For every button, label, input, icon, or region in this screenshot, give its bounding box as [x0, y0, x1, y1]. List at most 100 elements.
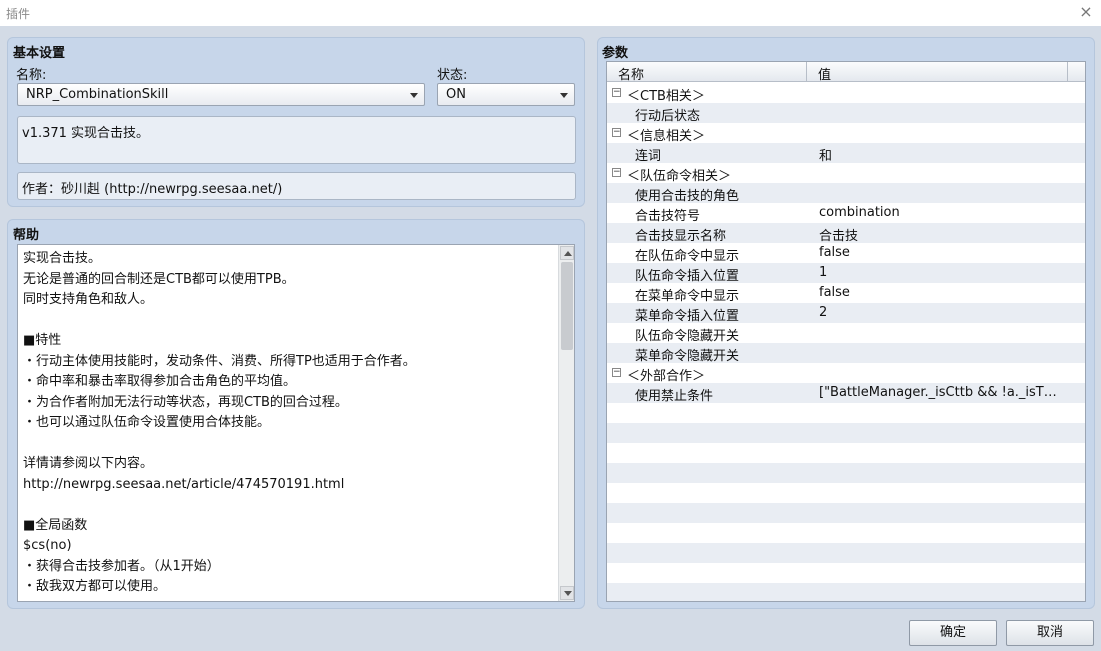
help-line [23, 495, 553, 516]
param-row[interactable]: 使用合击技的角色 [607, 183, 1085, 204]
grid-header: 名称 值 [607, 62, 1085, 83]
ok-button[interactable]: 确定 [909, 620, 997, 646]
scroll-down-button[interactable] [560, 586, 574, 600]
column-header-value[interactable]: 值 [818, 64, 831, 83]
help-line [23, 311, 553, 332]
arrow-down-icon [564, 591, 572, 596]
empty-row [607, 563, 1085, 583]
param-row[interactable]: 使用禁止条件 ["BattleManager._isCttb && !a._isT… [607, 383, 1085, 404]
empty-row [607, 523, 1085, 543]
param-group-row[interactable]: − ＜队伍命令相关＞ [607, 163, 1085, 184]
help-line: ・为合作者附加无法行动等状态，再现CTB的回合过程。 [23, 394, 348, 410]
empty-row [607, 443, 1085, 463]
arrow-up-icon [564, 251, 572, 256]
collapse-icon[interactable]: − [612, 128, 621, 137]
column-divider[interactable] [806, 62, 807, 82]
help-title: 帮助 [13, 228, 40, 243]
param-value: false [819, 245, 850, 260]
param-value: 和 [819, 149, 833, 164]
parameter-rows: − ＜CTB相关＞ 行动后状态 − ＜信息相关＞ 连词和 − ＜队伍命令相关＞ 使用合击技的角色… [607, 83, 1085, 601]
param-name: 菜单命令隐藏开关 [635, 349, 740, 364]
help-text: 实现合击技。 无论是普通的回合制还是CTB都可以使用TPB。 同时支持角色和敌人。 ■… [23, 249, 553, 599]
empty-row [607, 583, 1085, 601]
param-name: 行动后状态 [635, 109, 701, 124]
chevron-down-icon [560, 93, 568, 98]
status-select[interactable]: ON [437, 83, 575, 106]
help-line: 同时支持角色和敌人。 [23, 292, 154, 307]
param-row[interactable]: 行动后状态 [607, 103, 1085, 124]
param-name: 队伍命令插入位置 [635, 269, 740, 284]
param-name: 使用合击技的角色 [635, 189, 740, 204]
help-line [23, 434, 553, 455]
param-name: ＜外部合作＞ [627, 369, 706, 384]
param-row[interactable]: 在队伍命令中显示 false [607, 243, 1085, 264]
param-name: 在队伍命令中显示 [635, 249, 740, 264]
help-scrollbar[interactable] [558, 245, 574, 601]
collapse-icon[interactable]: − [612, 368, 621, 377]
plugin-name-select[interactable]: NRP_CombinationSkill [17, 83, 425, 106]
param-name: 使用禁止条件 [635, 389, 714, 404]
param-row[interactable]: 队伍命令隐藏开关 [607, 323, 1085, 344]
name-label: 名称: [16, 68, 47, 83]
title-bar: 插件 × [0, 0, 1101, 26]
param-row[interactable]: 连词 和 [607, 143, 1085, 164]
param-group-row[interactable]: − ＜信息相关＞ [607, 123, 1085, 144]
close-icon[interactable]: × [1077, 3, 1095, 21]
author-box: 作者：砂川赳 (http://newrpg.seesaa.net/) [17, 172, 576, 200]
empty-row [607, 503, 1085, 523]
collapse-icon[interactable]: − [612, 168, 621, 177]
help-line: ・获得合击技参加者。（从1开始） [23, 558, 220, 574]
status-value: ON [446, 87, 466, 102]
empty-row [607, 423, 1085, 443]
column-header-name[interactable]: 名称 [618, 64, 644, 83]
param-name: 在菜单命令中显示 [635, 289, 740, 304]
help-textarea[interactable]: 实现合击技。 无论是普通的回合制还是CTB都可以使用TPB。 同时支持角色和敌人。 ■… [17, 244, 575, 602]
basic-settings-panel: 基本设置 名称: NRP_CombinationSkill 状态: ON v1.… [7, 37, 585, 207]
param-name: 连词 [635, 149, 662, 164]
window-title: 插件 [6, 7, 31, 21]
help-line: ■全局函数 [23, 517, 88, 533]
param-value: ["BattleManager._isCttb && !a._isT… [819, 385, 1057, 400]
param-row[interactable]: 队伍命令插入位置 1 [607, 263, 1085, 284]
scroll-thumb[interactable] [561, 262, 573, 350]
param-name: ＜CTB相关＞ [627, 89, 705, 104]
help-line: ・行动主体使用技能时，发动条件、消费、所得TP也适用于合作者。 [23, 353, 416, 369]
param-group-row[interactable]: − ＜外部合作＞ [607, 363, 1085, 384]
collapse-icon[interactable]: − [612, 88, 621, 97]
param-row[interactable]: 菜单命令隐藏开关 [607, 343, 1085, 364]
parameters-title: 参数 [602, 46, 629, 61]
param-row[interactable]: 菜单命令插入位置 2 [607, 303, 1085, 324]
param-value: 1 [819, 265, 828, 280]
empty-row [607, 483, 1085, 503]
empty-row [607, 463, 1085, 483]
param-name: 队伍命令隐藏开关 [635, 329, 740, 344]
param-name: 合击技符号 [635, 209, 701, 224]
param-name: 菜单命令插入位置 [635, 309, 740, 324]
param-group-row[interactable]: − ＜CTB相关＞ [607, 83, 1085, 104]
status-label: 状态: [437, 68, 468, 83]
param-row[interactable]: 合击技显示名称 合击技 [607, 223, 1085, 244]
help-line: 实现合击技。 [23, 251, 102, 266]
scroll-up-button[interactable] [560, 246, 574, 260]
empty-row [607, 403, 1085, 423]
help-line: $cs(no) [23, 538, 72, 553]
column-divider[interactable] [1067, 62, 1068, 82]
param-value: 合击技 [819, 229, 859, 244]
cancel-button[interactable]: 取消 [1006, 620, 1094, 646]
param-row[interactable]: 在菜单命令中显示 false [607, 283, 1085, 304]
param-row[interactable]: 合击技符号 combination [607, 203, 1085, 224]
help-line: ■特性 [23, 333, 62, 348]
empty-row [607, 543, 1085, 563]
parameters-grid[interactable]: 名称 值 − ＜CTB相关＞ 行动后状态 − ＜信息相关＞ 连词和 − ＜队伍命令相关＞ 使用合… [606, 61, 1086, 602]
param-value: 2 [819, 305, 828, 320]
description-box: v1.371 实现合击技。 [17, 116, 576, 164]
help-line: http://newrpg.seesaa.net/article/4745701… [23, 476, 345, 492]
chevron-down-icon [410, 93, 418, 98]
help-line: ・敌我双方都可以使用。 [23, 579, 167, 594]
help-line: ・命中率和暴击率取得参加合击角色的平均值。 [23, 374, 297, 389]
param-name: 合击技显示名称 [635, 229, 727, 244]
author-text: 作者：砂川赳 (http://newrpg.seesaa.net/) [22, 182, 283, 197]
basic-settings-title: 基本设置 [13, 46, 66, 61]
param-name: ＜队伍命令相关＞ [627, 169, 732, 184]
help-line: ・也可以通过队伍命令设置使用合体技能。 [23, 415, 271, 430]
